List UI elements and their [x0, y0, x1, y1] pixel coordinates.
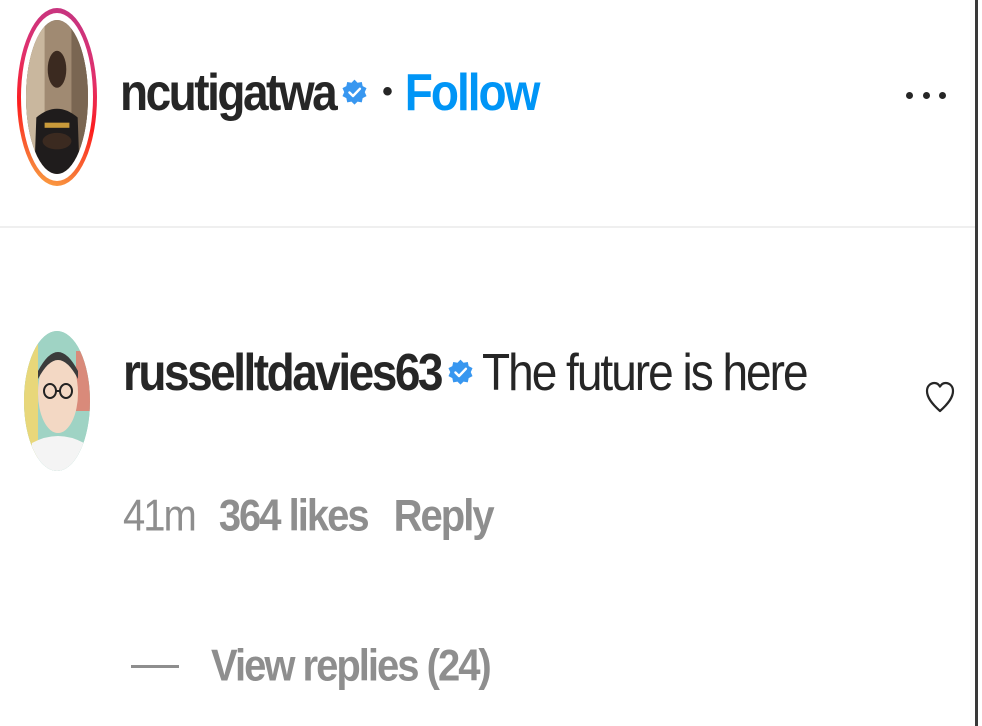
comment-likes-count[interactable]: 364 likes	[219, 491, 370, 541]
comment-meta: 41m 364 likes Reply	[123, 486, 495, 546]
comment-body: russelltdavies63 The future is here	[123, 340, 809, 404]
commenter-username[interactable]: russelltdavies63	[123, 342, 444, 402]
more-options-icon[interactable]	[906, 80, 946, 110]
reply-button[interactable]: Reply	[394, 491, 495, 541]
post-panel: ncutigatwa • Follow russelltdavies63 The…	[0, 0, 978, 726]
commenter-avatar[interactable]	[24, 331, 90, 471]
post-header: ncutigatwa • Follow	[0, 0, 975, 228]
profile-photo-icon	[26, 20, 88, 174]
separator-dot: •	[382, 75, 393, 108]
view-replies-label: View replies (24)	[211, 640, 492, 691]
avatar	[26, 20, 88, 174]
post-author-username[interactable]: ncutigatwa	[120, 62, 338, 122]
follow-button[interactable]: Follow	[405, 62, 541, 122]
story-ring-avatar[interactable]	[17, 8, 97, 186]
commenter-photo-icon	[24, 331, 90, 471]
comment-text: The future is here	[482, 342, 809, 402]
verified-badge-icon	[447, 359, 474, 386]
replies-divider-line	[131, 664, 179, 668]
header-user-row: ncutigatwa • Follow	[120, 60, 541, 124]
heart-outline-icon[interactable]	[925, 378, 955, 418]
verified-badge-icon	[341, 79, 368, 106]
view-replies-button[interactable]: View replies (24)	[131, 636, 492, 696]
comment-timestamp: 41m	[123, 490, 197, 541]
